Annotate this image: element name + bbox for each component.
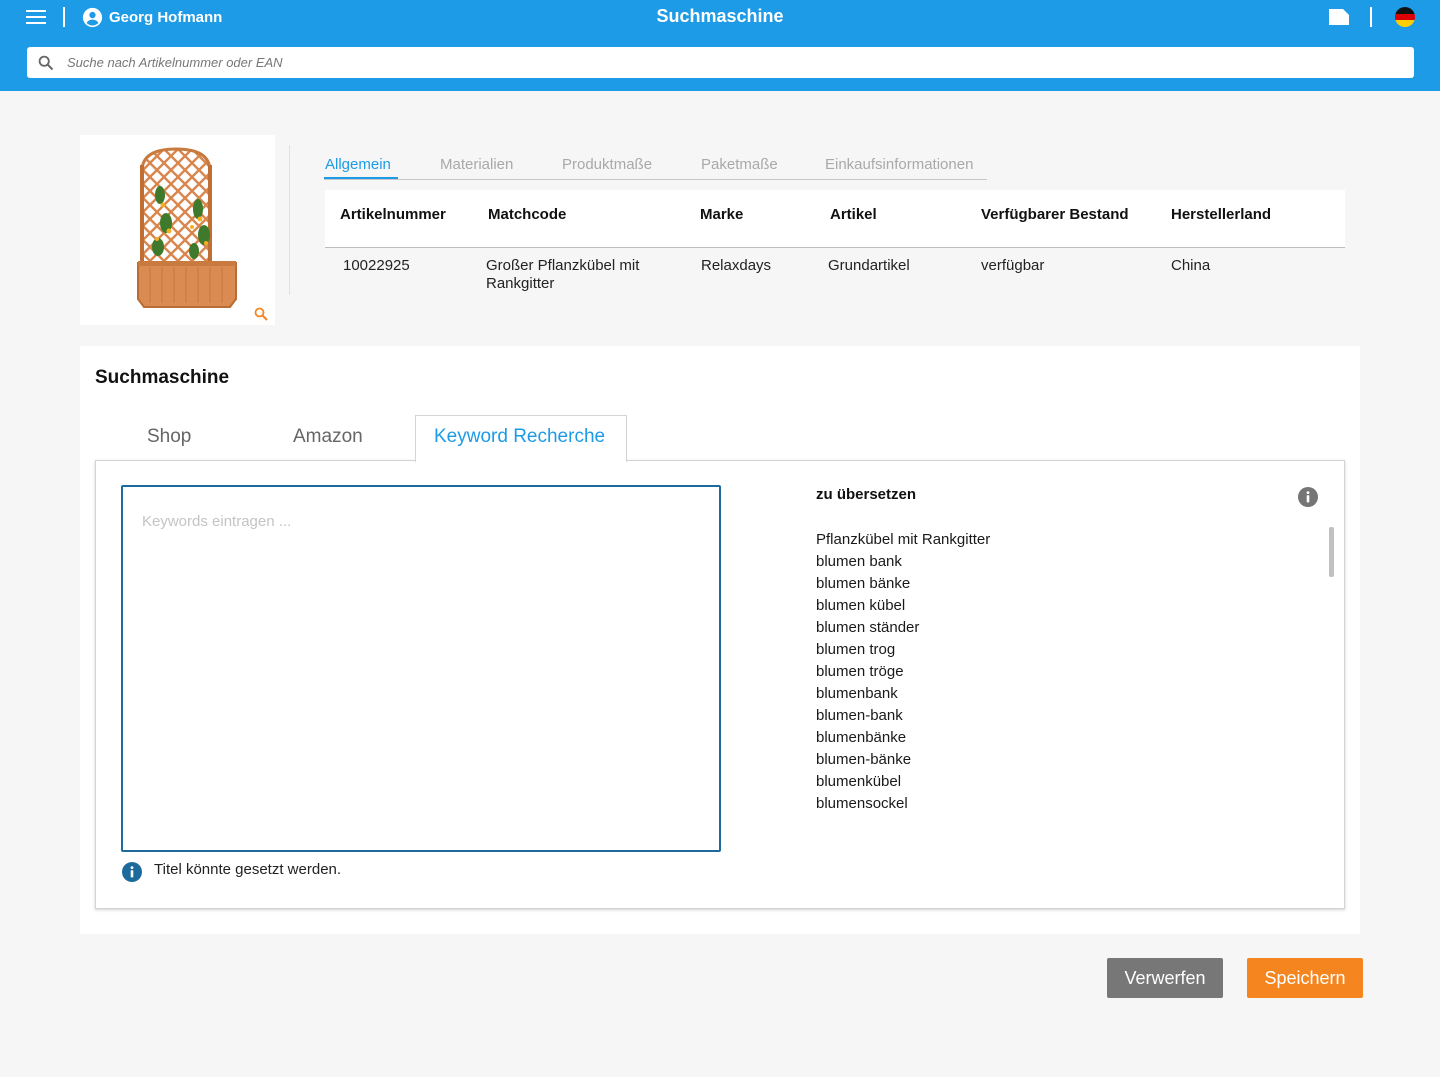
column-header: Herstellerland <box>1171 206 1272 223</box>
search-input[interactable] <box>67 47 1397 78</box>
list-item: blumen bänke <box>816 575 911 592</box>
tab-allgemein[interactable]: Allgemein <box>325 156 391 173</box>
list-item: blumen tröge <box>816 663 904 680</box>
list-item: blumenkübel <box>816 773 902 790</box>
column-header: Marke <box>700 206 744 223</box>
tab-keyword-recherche[interactable]: Keyword Recherche <box>415 415 627 462</box>
section-title: Suchmaschine <box>95 367 230 388</box>
search-box <box>27 47 1414 78</box>
save-button[interactable]: Speichern <box>1247 958 1363 998</box>
cell-bestand: verfügbar <box>981 257 1045 274</box>
planter-trellis-image <box>137 147 237 308</box>
list-item: blumenbänke <box>816 729 907 746</box>
cell-artikel: Grundartikel <box>828 257 910 274</box>
product-image[interactable] <box>80 135 275 325</box>
zoom-icon[interactable] <box>254 307 268 321</box>
file-icon[interactable] <box>1329 9 1349 25</box>
list-item: blumen bank <box>816 553 902 570</box>
column-header: Artikel <box>830 206 877 223</box>
list-item: blumen kübel <box>816 597 906 614</box>
keywords-input[interactable] <box>121 485 721 852</box>
header-row: Georg Hofmann Suchmaschine <box>0 0 1440 35</box>
search-icon <box>38 55 54 71</box>
keyword-list-scrollbar[interactable] <box>1329 527 1334 577</box>
column-header: Matchcode <box>488 206 567 223</box>
info-icon[interactable] <box>1298 487 1318 507</box>
list-item: blumen-bank <box>816 707 903 724</box>
keyword-list: Pflanzkübel mit Rankgitter blumen bank b… <box>816 529 1316 815</box>
header-divider-right <box>1370 7 1372 27</box>
tab-materialien[interactable]: Materialien <box>440 156 513 173</box>
cell-artikelnummer: 10022925 <box>343 257 410 274</box>
app-title: Suchmaschine <box>656 6 784 26</box>
cell-matchcode: Großer Pflanzkübel mit Rankgitter <box>486 257 640 292</box>
list-item: blumen ständer <box>816 619 920 636</box>
active-tab-indicator <box>324 177 398 179</box>
list-item: blumen-bänke <box>816 751 912 768</box>
translate-list-title: zu übersetzen <box>816 486 917 503</box>
list-item: blumen trog <box>816 641 896 658</box>
product-table-header: Artikelnummer Matchcode Marke Artikel Ve… <box>325 190 1345 248</box>
tab-paketmasse[interactable]: Paketmaße <box>701 156 778 173</box>
top-bar: Georg Hofmann Suchmaschine <box>0 0 1440 91</box>
list-item: Pflanzkübel mit Rankgitter <box>816 531 991 548</box>
german-flag-icon[interactable] <box>1395 7 1415 27</box>
cell-herstellerland: China <box>1171 257 1211 274</box>
image-divider <box>289 145 290 295</box>
list-item: blumenbank <box>816 685 898 702</box>
list-item: blumensockel <box>816 795 908 812</box>
tab-shop[interactable]: Shop <box>147 426 191 448</box>
tab-amazon[interactable]: Amazon <box>293 426 363 448</box>
tab-label: Keyword Recherche <box>434 426 606 447</box>
column-header: Verfügbarer Bestand <box>981 206 1129 223</box>
discard-button[interactable]: Verwerfen <box>1107 958 1223 998</box>
tab-produktmasse[interactable]: Produktmaße <box>562 156 652 173</box>
cell-marke: Relaxdays <box>701 257 772 274</box>
product-info-tabs: Allgemein Materialien Produktmaße Paketm… <box>324 155 987 180</box>
info-icon <box>122 862 142 882</box>
hint-text: Titel könnte gesetzt werden. <box>154 861 342 878</box>
tab-einkaufsinformationen[interactable]: Einkaufsinformationen <box>825 156 973 173</box>
column-header: Artikelnummer <box>340 206 446 223</box>
